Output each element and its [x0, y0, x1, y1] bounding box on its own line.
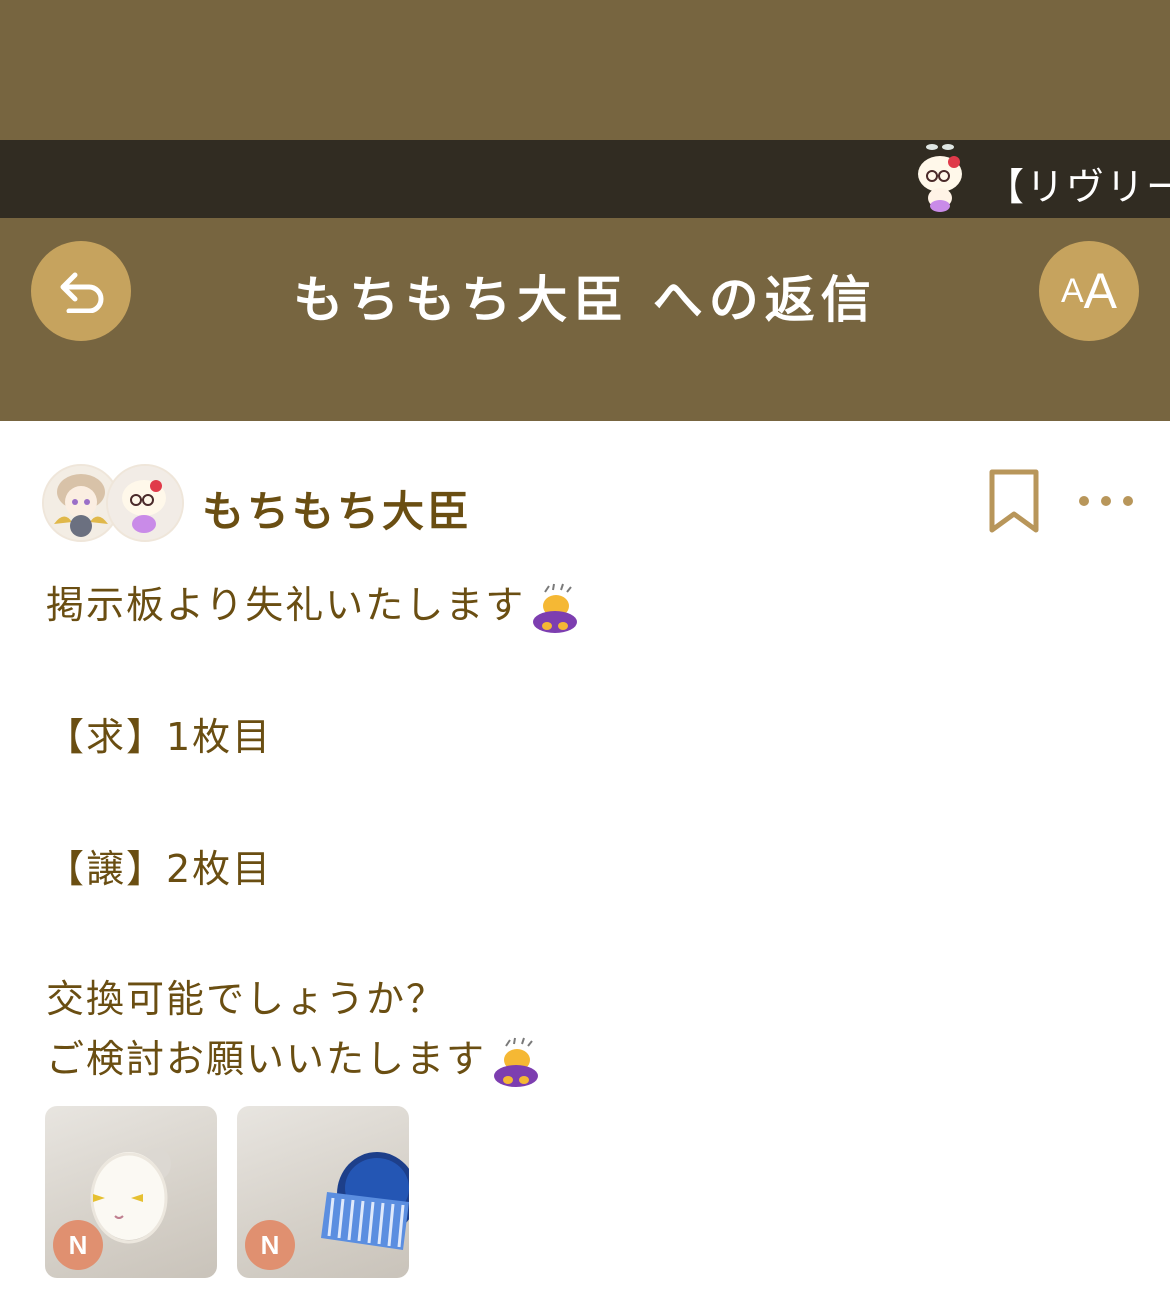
ticker-text: 【リヴリー	[986, 165, 1170, 209]
rarity-badge: N	[53, 1220, 103, 1270]
post-text-line: 掲示板より失礼いたします	[46, 574, 581, 634]
post-text-line: 交換可能でしょうか？	[46, 977, 447, 1021]
header-bar: もちもち大臣 への返信 AA	[0, 218, 1170, 421]
post-text-line: 【求】1枚目	[46, 715, 273, 759]
post-text-line: 【譲】2枚目	[46, 847, 273, 891]
user-avatars[interactable]	[42, 464, 184, 542]
character-avatar-icon	[108, 466, 182, 540]
font-size-small-letter: A	[1060, 271, 1084, 310]
avatar	[106, 464, 184, 542]
bowing-person-emoji-icon	[494, 1037, 539, 1087]
post-text-content: ご検討お願いいたします	[46, 1037, 487, 1081]
post-author-name[interactable]: もちもち大臣	[202, 478, 472, 539]
font-size-big-letter: A	[1083, 263, 1118, 319]
page-title: もちもち大臣 への返信	[293, 271, 877, 329]
post-text-line: ご検討お願いいたします	[46, 1028, 542, 1088]
more-options-icon[interactable]	[1074, 484, 1138, 518]
announcement-ticker[interactable]: 【リヴリー	[0, 140, 1170, 218]
bookmark-icon[interactable]	[988, 468, 1040, 534]
attachment-thumbnail[interactable]: N	[45, 1106, 217, 1278]
post-text-content: 掲示板より失礼いたします	[46, 583, 526, 627]
character-avatar-icon	[918, 144, 962, 212]
attachment-thumbnail[interactable]: N	[237, 1106, 409, 1278]
status-bar-area	[0, 0, 1170, 140]
font-size-button[interactable]: AA	[1039, 241, 1139, 341]
bowing-person-emoji-icon	[533, 583, 578, 633]
rarity-badge: N	[245, 1220, 295, 1270]
